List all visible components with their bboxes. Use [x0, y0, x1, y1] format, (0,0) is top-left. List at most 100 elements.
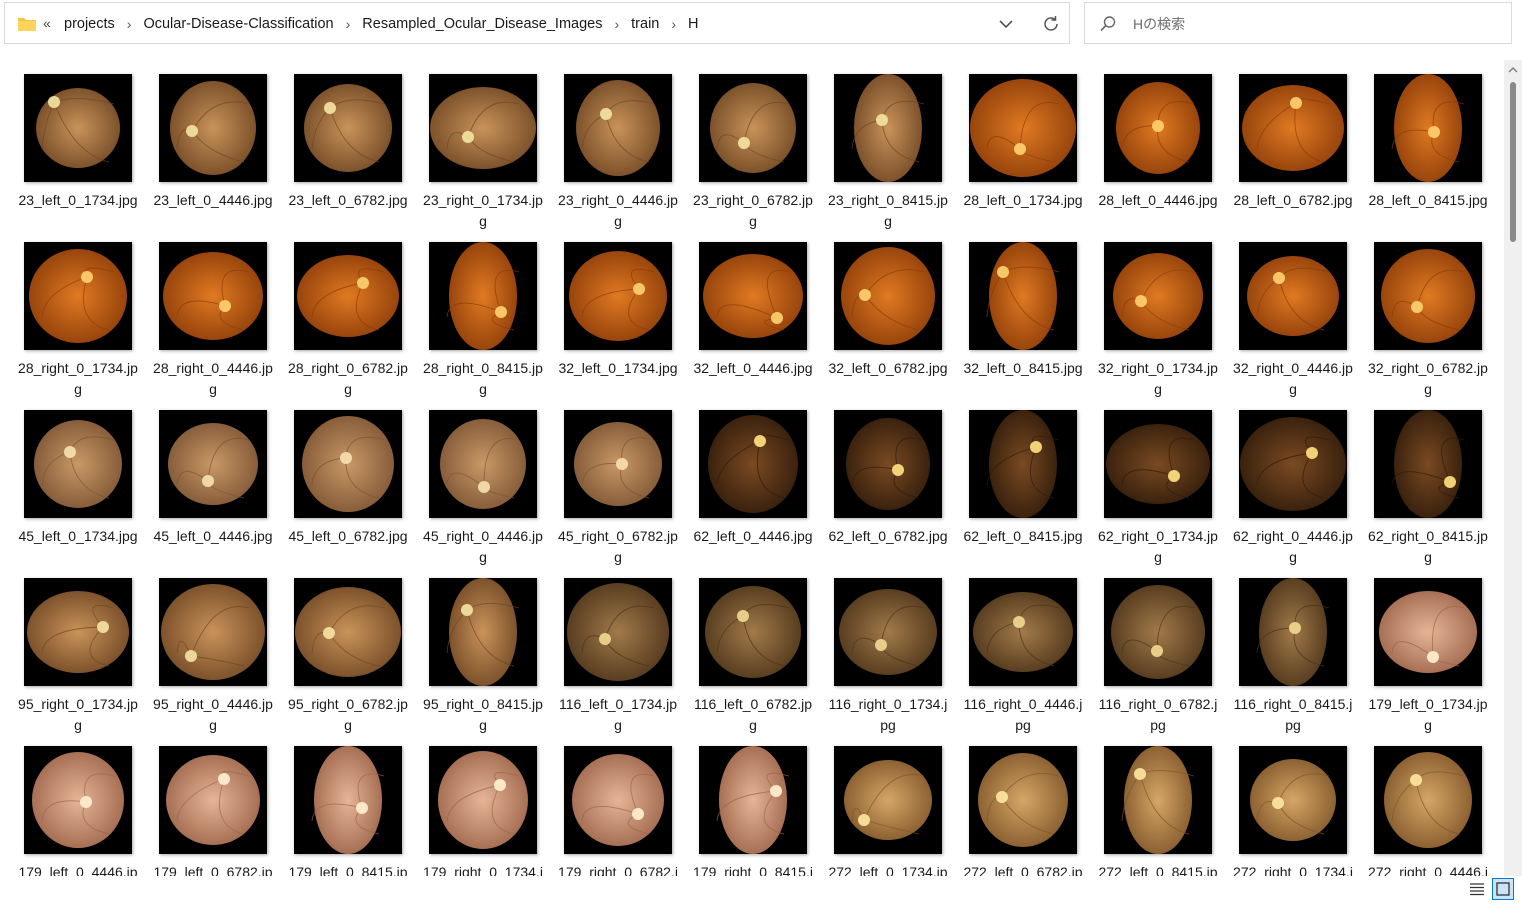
file-item[interactable]: 23_left_0_4446.jpg: [151, 74, 275, 234]
image-thumbnail: [24, 746, 132, 854]
file-item[interactable]: 23_right_0_1734.jpg: [421, 74, 545, 234]
file-item[interactable]: 28_right_0_6782.jpg: [286, 242, 410, 402]
file-item[interactable]: 23_right_0_4446.jpg: [556, 74, 680, 234]
image-thumbnail: [429, 74, 537, 182]
file-name: 62_left_0_8415.jpg: [963, 528, 1083, 544]
file-item[interactable]: 32_right_0_4446.jpg: [1231, 242, 1355, 402]
scroll-up-icon[interactable]: [1508, 62, 1518, 73]
file-item[interactable]: 179_right_0_6782.jpg: [556, 746, 680, 876]
file-item[interactable]: 116_right_0_1734.jpg: [826, 578, 950, 738]
file-item[interactable]: 28_left_0_1734.jpg: [961, 74, 1085, 234]
fundus-image: [159, 746, 267, 854]
file-item[interactable]: 28_right_0_4446.jpg: [151, 242, 275, 402]
file-item[interactable]: 45_right_0_6782.jpg: [556, 410, 680, 570]
file-item[interactable]: 45_left_0_1734.jpg: [16, 410, 140, 570]
details-view-icon[interactable]: [1468, 880, 1486, 898]
file-item[interactable]: 28_left_0_4446.jpg: [1096, 74, 1220, 234]
file-item[interactable]: 23_left_0_1734.jpg: [16, 74, 140, 234]
scrollbar-thumb[interactable]: [1510, 82, 1516, 242]
refresh-icon[interactable]: [1039, 12, 1063, 36]
breadcrumb-item-images[interactable]: Resampled_Ocular_Disease_Images: [359, 16, 605, 32]
file-item[interactable]: 62_left_0_4446.jpg: [691, 410, 815, 570]
file-item[interactable]: 28_right_0_8415.jpg: [421, 242, 545, 402]
image-thumbnail: [834, 746, 942, 854]
file-item[interactable]: 23_left_0_6782.jpg: [286, 74, 410, 234]
image-thumbnail: [1104, 578, 1212, 686]
fundus-image: [564, 74, 672, 182]
file-item[interactable]: 45_left_0_4446.jpg: [151, 410, 275, 570]
file-item[interactable]: 28_left_0_8415.jpg: [1366, 74, 1490, 234]
file-item[interactable]: 32_left_0_6782.jpg: [826, 242, 950, 402]
search-input[interactable]: [1131, 11, 1505, 37]
breadcrumb-overflow[interactable]: «: [43, 15, 51, 31]
file-item[interactable]: 179_right_0_1734.jpg: [421, 746, 545, 876]
fundus-image: [159, 74, 267, 182]
large-icons-view-icon[interactable]: [1492, 878, 1514, 900]
file-item[interactable]: 95_right_0_1734.jpg: [16, 578, 140, 738]
file-item[interactable]: 95_right_0_4446.jpg: [151, 578, 275, 738]
file-item[interactable]: 179_left_0_6782.jpg: [151, 746, 275, 876]
image-thumbnail: [834, 578, 942, 686]
file-item[interactable]: 272_left_0_1734.jpg: [826, 746, 950, 876]
view-toggle: [1460, 876, 1522, 902]
file-item[interactable]: 116_left_0_6782.jpg: [691, 578, 815, 738]
file-item[interactable]: 32_right_0_6782.jpg: [1366, 242, 1490, 402]
file-item[interactable]: 45_right_0_4446.jpg: [421, 410, 545, 570]
file-item[interactable]: 116_right_0_4446.jpg: [961, 578, 1085, 738]
file-item[interactable]: 45_left_0_6782.jpg: [286, 410, 410, 570]
file-item[interactable]: 95_right_0_8415.jpg: [421, 578, 545, 738]
file-item[interactable]: 62_right_0_8415.jpg: [1366, 410, 1490, 570]
file-item[interactable]: 116_left_0_1734.jpg: [556, 578, 680, 738]
fundus-image: [1374, 578, 1482, 686]
file-item[interactable]: 32_left_0_8415.jpg: [961, 242, 1085, 402]
search-box[interactable]: [1084, 2, 1512, 44]
fundus-image: [699, 746, 807, 854]
file-item[interactable]: 62_right_0_1734.jpg: [1096, 410, 1220, 570]
file-name: 95_right_0_1734.jpg: [18, 696, 138, 733]
file-item[interactable]: 28_left_0_6782.jpg: [1231, 74, 1355, 234]
file-item[interactable]: 272_left_0_6782.jpg: [961, 746, 1085, 876]
file-item[interactable]: 62_left_0_8415.jpg: [961, 410, 1085, 570]
vertical-scrollbar[interactable]: [1504, 60, 1522, 876]
fundus-image: [699, 410, 807, 518]
image-thumbnail: [429, 578, 537, 686]
fundus-image: [1104, 578, 1212, 686]
breadcrumb-separator[interactable]: ›: [337, 16, 360, 32]
file-item[interactable]: 95_right_0_6782.jpg: [286, 578, 410, 738]
address-bar[interactable]: « projects › Ocular-Disease-Classificati…: [4, 2, 1070, 44]
breadcrumb-separator[interactable]: ›: [662, 16, 685, 32]
image-thumbnail: [834, 242, 942, 350]
file-item[interactable]: 116_right_0_8415.jpg: [1231, 578, 1355, 738]
file-item[interactable]: 62_left_0_6782.jpg: [826, 410, 950, 570]
chevron-down-icon[interactable]: [995, 13, 1017, 35]
file-item[interactable]: 116_right_0_6782.jpg: [1096, 578, 1220, 738]
file-item[interactable]: 272_left_0_8415.jpg: [1096, 746, 1220, 876]
breadcrumb-item-train[interactable]: train: [628, 16, 662, 32]
file-item[interactable]: 179_right_0_8415.jpg: [691, 746, 815, 876]
file-item[interactable]: 179_left_0_1734.jpg: [1366, 578, 1490, 738]
file-item[interactable]: 32_left_0_4446.jpg: [691, 242, 815, 402]
file-item[interactable]: 179_left_0_4446.jpg: [16, 746, 140, 876]
file-item[interactable]: 23_right_0_6782.jpg: [691, 74, 815, 234]
fundus-image: [969, 746, 1077, 854]
fundus-image: [429, 578, 537, 686]
breadcrumb-separator[interactable]: ›: [118, 16, 141, 32]
breadcrumb-item-current[interactable]: H: [685, 16, 701, 32]
fundus-image: [699, 74, 807, 182]
breadcrumb-separator[interactable]: ›: [605, 16, 628, 32]
breadcrumb-item-repo[interactable]: Ocular-Disease-Classification: [140, 16, 336, 32]
fundus-image: [159, 578, 267, 686]
image-thumbnail: [24, 578, 132, 686]
fundus-image: [1374, 410, 1482, 518]
file-item[interactable]: 62_right_0_4446.jpg: [1231, 410, 1355, 570]
file-item[interactable]: 272_right_0_4446.jpg: [1366, 746, 1490, 876]
file-item[interactable]: 179_left_0_8415.jpg: [286, 746, 410, 876]
file-view[interactable]: 23_left_0_1734.jpg 23_left_0_4446.jpg 23_l…: [0, 56, 1504, 876]
file-item[interactable]: 23_right_0_8415.jpg: [826, 74, 950, 234]
file-item[interactable]: 32_left_0_1734.jpg: [556, 242, 680, 402]
breadcrumb-item-projects[interactable]: projects: [61, 16, 118, 32]
file-item[interactable]: 28_right_0_1734.jpg: [16, 242, 140, 402]
file-item[interactable]: 32_right_0_1734.jpg: [1096, 242, 1220, 402]
image-thumbnail: [294, 410, 402, 518]
file-item[interactable]: 272_right_0_1734.jpg: [1231, 746, 1355, 876]
